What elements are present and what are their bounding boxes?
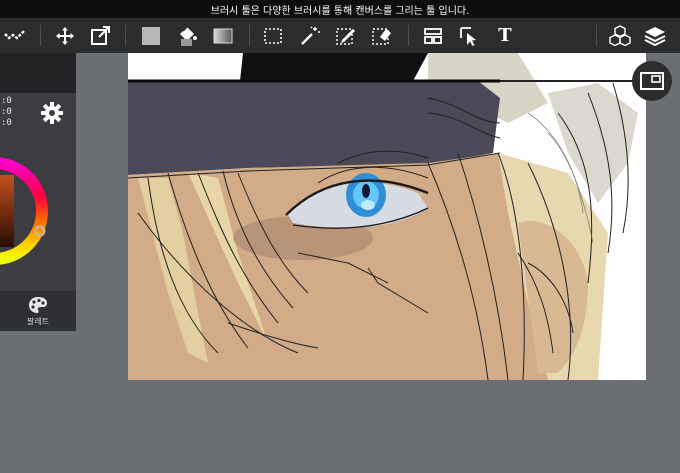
navigator-button[interactable] [632, 61, 672, 101]
toolbar-divider [249, 25, 250, 46]
palette-label: 팔레트 [26, 316, 50, 326]
magic-wand-tool[interactable] [295, 18, 325, 53]
fill-color-tool[interactable] [136, 18, 166, 53]
blue-value: :0 [1, 118, 12, 128]
cubes-icon [609, 24, 631, 46]
transform-tool[interactable] [86, 18, 116, 53]
color-panel-header [0, 53, 76, 93]
paint-bucket-icon [180, 25, 197, 46]
brush-check-icon [4, 28, 26, 40]
operation-tool[interactable] [454, 18, 484, 53]
color-wheel[interactable] [0, 133, 76, 291]
fill-square-icon [142, 26, 160, 45]
toolbar-divider [596, 25, 597, 46]
move-tool[interactable] [50, 18, 80, 53]
tooltip-text: 브러시 툴은 다양한 브러시를 통해 캔버스를 그리는 툴 입니다. [210, 5, 470, 17]
text-t-icon: T [498, 25, 512, 46]
gradient-icon [213, 28, 233, 43]
color-panel: :0 :0 :0 팔레트 [0, 53, 76, 331]
tooltip-bar: 브러시 툴은 다양한 브러시를 통해 캔버스를 그리는 툴 입니다. [0, 0, 680, 18]
frame-layout-icon [424, 27, 442, 44]
transform-icon [91, 25, 110, 45]
gear-icon [41, 102, 63, 124]
select-pen-tool[interactable] [331, 18, 361, 53]
toolbar-divider [40, 25, 41, 46]
bucket-tool[interactable] [172, 18, 202, 53]
frame-divider-tool[interactable] [418, 18, 448, 53]
toolbar-divider [125, 25, 126, 46]
palette-icon [29, 296, 47, 313]
layer-button[interactable] [640, 18, 670, 53]
palette-button[interactable]: 팔레트 [0, 291, 76, 331]
move-arrows-icon [56, 26, 74, 45]
rgb-values: :0 :0 :0 [0, 93, 76, 133]
toolbar-divider [408, 25, 409, 46]
brush-tool[interactable] [0, 18, 30, 53]
material-button[interactable] [605, 18, 635, 53]
artwork-illustration[interactable] [128, 53, 646, 380]
magic-wand-icon [301, 26, 320, 45]
color-wheel-area[interactable] [0, 133, 76, 291]
selection-eraser-icon [372, 27, 391, 45]
dotted-rect-icon [264, 27, 282, 44]
settings-button[interactable] [40, 101, 64, 125]
green-value: :0 [1, 107, 12, 117]
layers-icon [644, 26, 666, 46]
main-toolbar: T [0, 18, 680, 53]
cursor-select-icon [460, 26, 476, 46]
gradient-tool[interactable] [208, 18, 238, 53]
select-rect-tool[interactable] [258, 18, 288, 53]
text-tool[interactable]: T [490, 18, 520, 53]
select-eraser-tool[interactable] [367, 18, 397, 53]
red-value: :0 [1, 96, 12, 106]
navigator-window-icon [640, 72, 664, 90]
drawing-canvas[interactable] [128, 53, 646, 380]
selection-pen-icon [336, 27, 355, 45]
